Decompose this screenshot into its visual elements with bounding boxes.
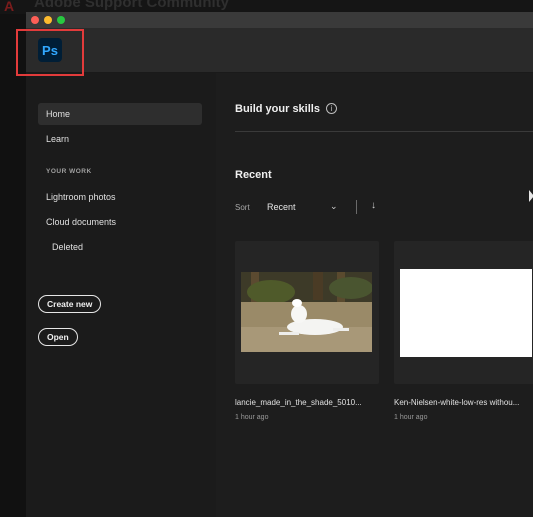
file-timestamp: 1 hour ago [235,414,269,421]
background-left-edge [0,14,26,517]
file-name[interactable]: lancie_made_in_the_shade_5010... [235,398,377,407]
recent-heading: Recent [235,169,272,181]
sort-order-arrow-icon[interactable]: ↓ [371,200,376,211]
photoshop-window: Ps Home Learn YOUR WORK Lightroom photos… [26,12,533,517]
info-icon[interactable]: i [326,103,337,114]
background-page-title: Adobe Support Community [34,0,229,11]
chevron-down-icon[interactable]: ⌄ [330,201,338,212]
window-titlebar [26,12,533,29]
zoom-icon[interactable] [57,16,65,24]
main-content: Build your skills i Recent Sort Recent ⌄… [216,73,533,517]
sidebar-item-cloud-documents[interactable]: Cloud documents [38,211,202,233]
create-new-button[interactable]: Create new [38,295,102,313]
file-name[interactable]: Ken-Nielsen-white-low-res withou... [394,398,533,407]
sort-label: Sort [235,203,250,212]
file-card[interactable] [235,241,379,384]
file-timestamp: 1 hour ago [394,414,428,421]
open-button[interactable]: Open [38,328,78,346]
sort-dropdown[interactable]: Recent [267,202,296,212]
file-thumbnail-white[interactable] [400,269,532,357]
build-your-skills-heading: Build your skills [235,103,320,115]
section-label-your-work: YOUR WORK [46,168,92,175]
sidebar-item-home[interactable]: Home [38,103,202,125]
file-thumbnail-dog[interactable] [241,272,372,352]
sidebar-item-label: Learn [46,134,70,144]
file-card[interactable] [394,241,533,384]
sidebar-item-label: Deleted [52,242,84,252]
sidebar-item-label: Home [46,109,71,119]
sidebar-item-lightroom-photos[interactable]: Lightroom photos [38,186,202,208]
sidebar-item-label: Cloud documents [46,217,117,227]
sidebar-item-learn[interactable]: Learn [38,128,202,150]
mouse-cursor-icon [529,190,533,202]
sidebar-item-deleted[interactable]: Deleted [38,236,202,258]
sidebar-item-label: Lightroom photos [46,192,116,202]
divider [235,131,533,132]
divider-vertical [356,200,357,214]
minimize-icon[interactable] [44,16,52,24]
app-header: Ps [26,28,533,73]
close-icon[interactable] [31,16,39,24]
logo-highlight-box [16,29,84,76]
sidebar: Home Learn YOUR WORK Lightroom photos Cl… [26,73,216,517]
adobe-logo-icon: A [4,0,15,14]
